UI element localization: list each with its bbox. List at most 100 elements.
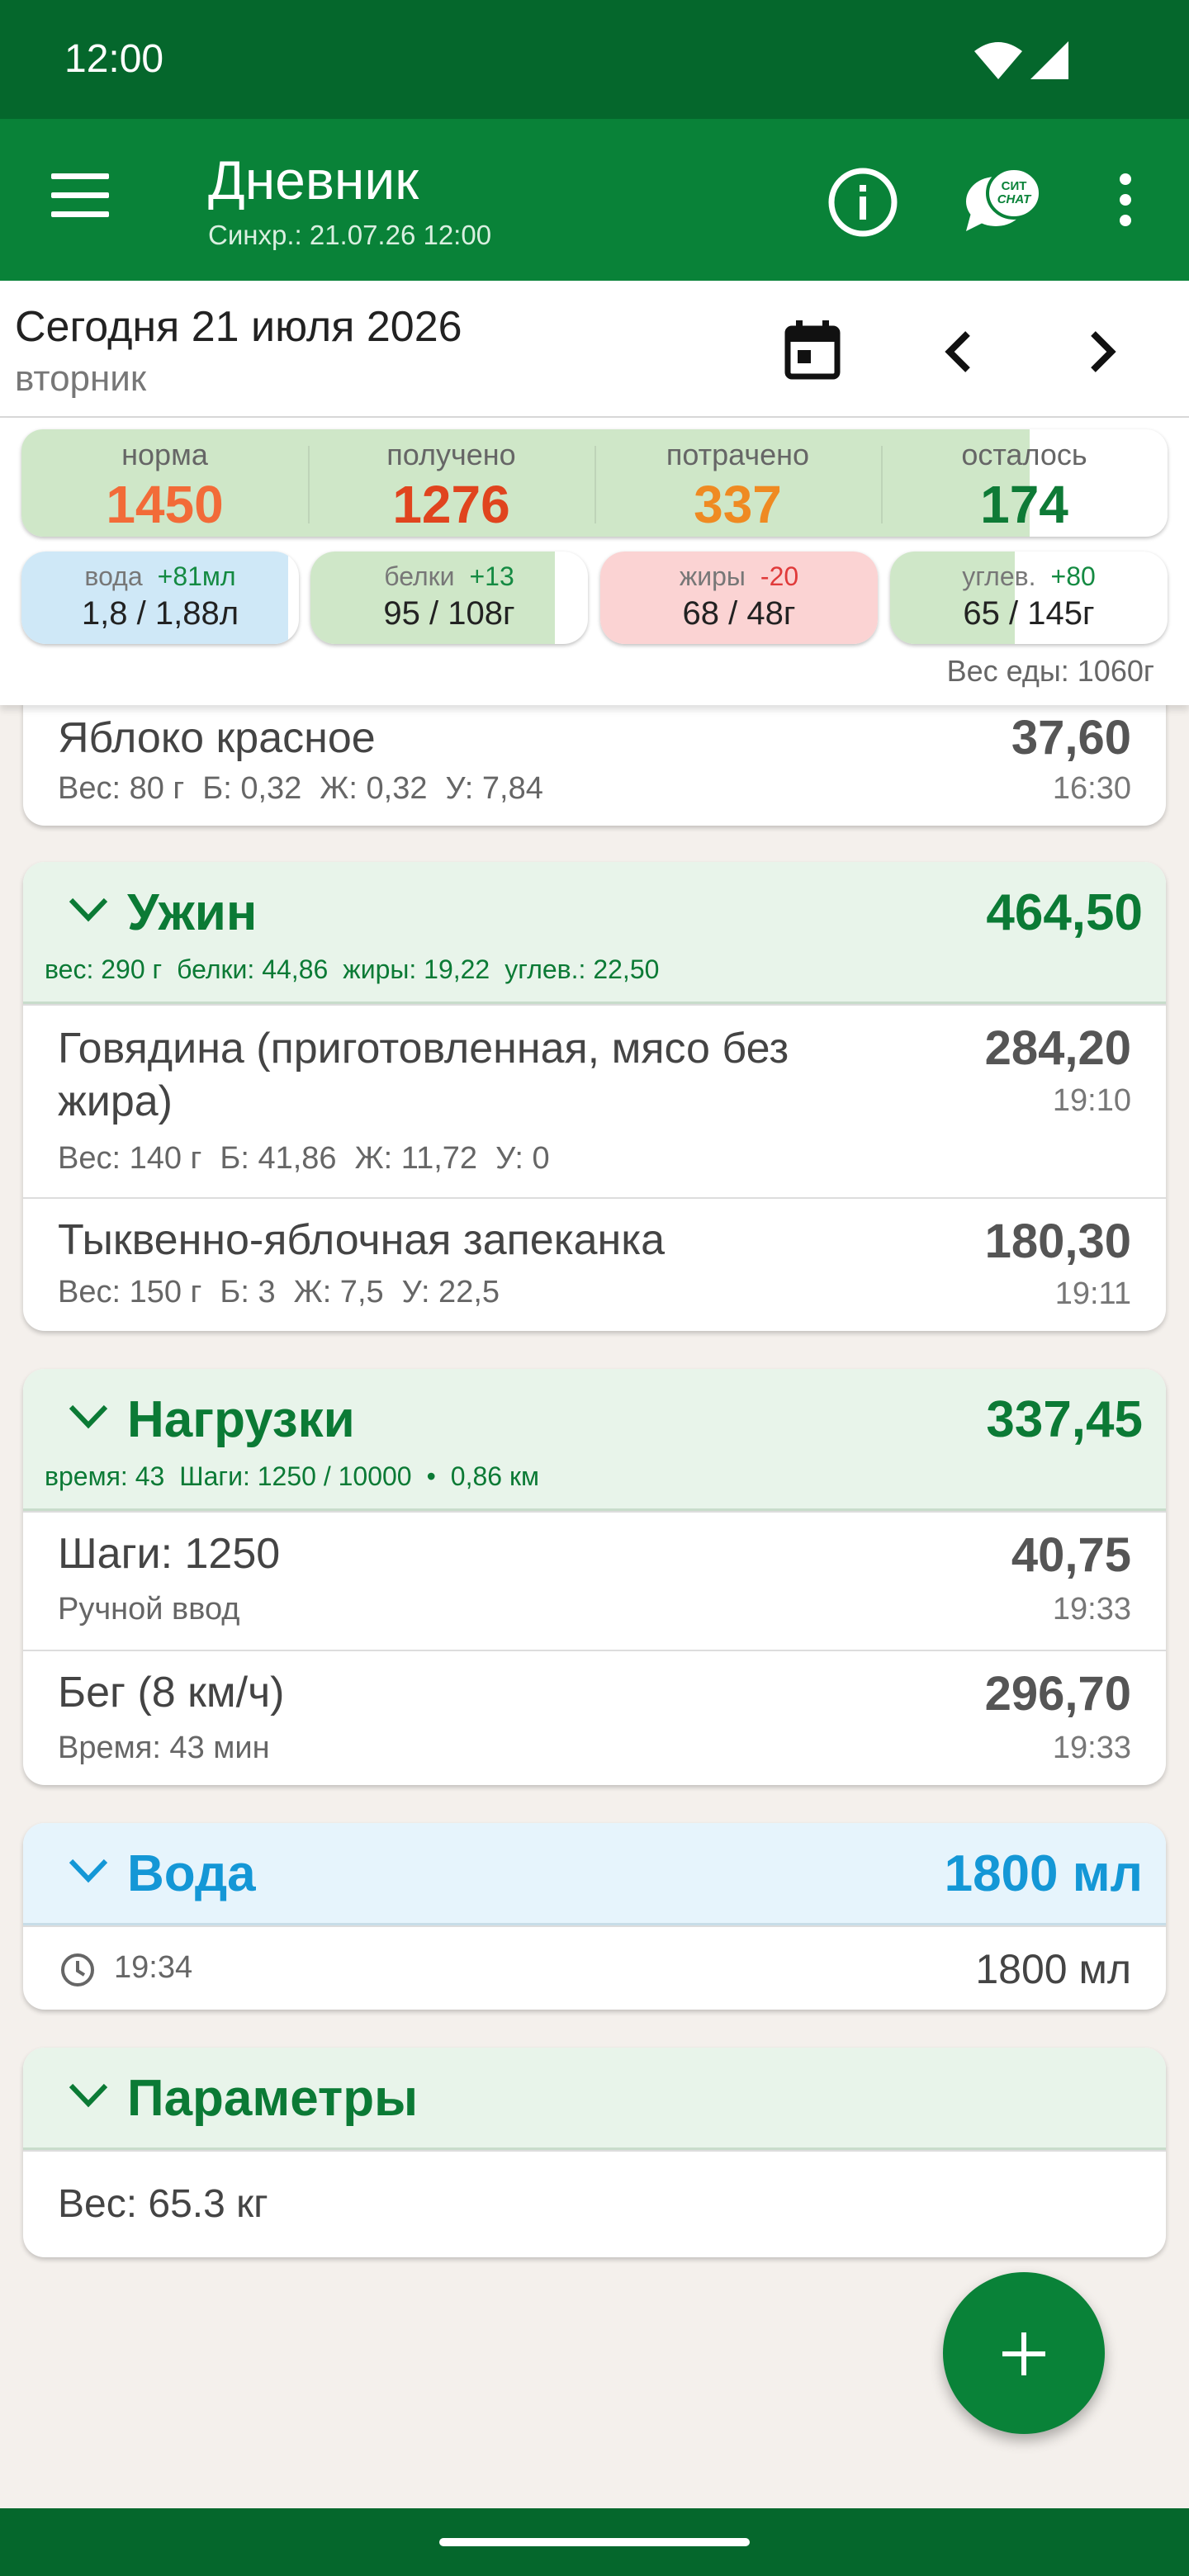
water-header[interactable]: Вода 1800 мл [23,1823,1166,1925]
activity-item-time: 19:33 [1052,1731,1131,1765]
activity-item-name: Шаги: 1250 [58,1530,281,1578]
total-norm-label: норма [121,438,208,471]
water-total: 1800 мл [944,1845,1143,1902]
chat-logo-bottom: CHAT [997,192,1032,206]
food-item-time: 16:30 [1052,771,1131,806]
total-spent-value: 337 [694,475,782,534]
food-item-details: Вес: 140 г Б: 41,86 Ж: 11,72 У: 0 [58,1141,550,1176]
menu-icon[interactable] [51,173,109,223]
activity-total: 337,45 [986,1391,1143,1448]
parameters-card: Параметры Вес: 65.3 кг [23,2048,1166,2257]
water-entry-time: 19:34 [114,1950,193,1985]
info-icon[interactable] [827,167,898,238]
date-header: Сегодня 21 июля 2026 вторник [0,281,1189,418]
clock-icon [61,1953,94,1986]
macro-carbs-delta: +80 [1050,561,1096,591]
parameters-header[interactable]: Параметры [23,2048,1166,2150]
sync-status: Синхр.: 21.07.26 12:00 [208,220,492,250]
macro-water-value: 1,8 / 1,88л [81,595,239,632]
chat-logo-top: СИТ [1002,179,1027,193]
chat-button[interactable]: СИТ CHAT [963,163,1042,234]
food-item[interactable]: Тыквенно-яблочная запеканка Вес: 150 г Б:… [23,1197,1166,1331]
page-title: Дневник [208,149,419,211]
macro-water-delta: +81мл [157,561,236,591]
activity-header[interactable]: Нагрузки 337,45 время: 43 Шаги: 1250 / 10… [23,1369,1166,1511]
dinner-title: Ужин [127,884,258,941]
total-remaining-label: осталось [961,438,1087,471]
dinner-card: Ужин 464,50 вес: 290 г белки: 44,86 жиры: … [23,862,1166,1331]
food-item-details: Вес: 150 г Б: 3 Ж: 7,5 У: 22,5 [58,1275,500,1309]
total-spent-label: потрачено [666,438,810,471]
previous-day-icon[interactable] [938,327,979,376]
parameter-entry[interactable]: Вес: 65.3 кг [23,2150,1166,2257]
activity-summary: время: 43 Шаги: 1250 / 10000 • 0,86 км [45,1461,539,1491]
macro-protein[interactable]: белки +13 95 / 108г [310,552,588,644]
macro-water-label: вода [84,561,143,591]
activity-item-time: 19:33 [1052,1592,1131,1627]
macro-fat-label: жиры [679,561,746,591]
dinner-header[interactable]: Ужин 464,50 вес: 290 г белки: 44,86 жиры: … [23,862,1166,1004]
status-bar: 12:00 [0,0,1189,119]
home-gesture-handle[interactable] [439,2538,750,2546]
total-norm: норма 1450 [21,429,308,537]
food-item[interactable]: Говядина (приготовленная, мясо без жира)… [23,1004,1166,1197]
water-title: Вода [127,1845,256,1902]
chevron-down-icon [69,897,108,922]
activity-item-detail: Время: 43 мин [58,1731,270,1765]
water-entry-amount: 1800 мл [975,1946,1131,1992]
more-options-icon[interactable] [1113,173,1138,231]
macro-fat[interactable]: жиры -20 68 / 48г [600,552,878,644]
dinner-total: 464,50 [986,884,1143,941]
status-icons [974,41,1068,79]
chevron-down-icon [69,1404,108,1429]
macro-carbs-label: углев. [962,561,1036,591]
next-day-icon[interactable] [1082,327,1123,376]
food-item-time: 19:10 [1052,1083,1131,1118]
daily-summary: норма 1450 получено 1276 потрачено 337 о… [0,418,1189,705]
macro-carbs-value: 65 / 145г [963,595,1095,632]
activity-item-kcal: 40,75 [1011,1528,1131,1582]
parameters-title: Параметры [127,2070,419,2127]
activity-title: Нагрузки [127,1391,355,1448]
current-date[interactable]: Сегодня 21 июля 2026 [15,302,462,352]
food-weight: Вес еды: 1060г [946,654,1154,688]
food-item-kcal: 284,20 [984,1021,1131,1075]
macro-fat-delta: -20 [760,561,799,591]
parameter-weight: Вес: 65.3 кг [58,2182,268,2226]
macro-protein-delta: +13 [469,561,514,591]
macro-protein-value: 95 / 108г [383,595,515,632]
calendar-icon[interactable] [784,320,841,380]
food-item-name: Яблоко красное [58,714,376,762]
macro-water[interactable]: вода +81мл 1,8 / 1,88л [21,552,299,644]
wifi-icon [974,42,1022,79]
calorie-totals: норма 1450 получено 1276 потрачено 337 о… [21,429,1168,537]
food-item-name: Говядина (приготовленная, мясо без жира) [58,1025,789,1125]
activity-item[interactable]: Бег (8 км/ч) Время: 43 мин 296,70 19:33 [23,1650,1166,1785]
macros-row: вода +81мл 1,8 / 1,88л белки +13 95 / 108г… [21,552,1168,644]
chevron-down-icon [69,2083,108,2108]
total-remaining-value: 174 [980,475,1068,534]
activity-item-kcal: 296,70 [984,1667,1131,1721]
macro-protein-label: белки [384,561,455,591]
chevron-down-icon [69,1859,108,1883]
activity-item-detail: Ручной ввод [58,1592,240,1627]
food-item-time: 19:11 [1054,1276,1131,1311]
macro-carbs[interactable]: углев. +80 65 / 145г [890,552,1168,644]
food-item-kcal: 180,30 [984,1215,1131,1268]
total-received: получено 1276 [308,429,594,537]
navigation-bar [0,2508,1189,2576]
water-entry[interactable]: 19:34 1800 мл [23,1925,1166,2010]
chat-icon: СИТ CHAT [966,167,1042,231]
weekday: вторник [15,358,147,399]
dinner-summary: вес: 290 г белки: 44,86 жиры: 19,22 углев.:… [45,954,660,984]
app-bar: Дневник Синхр.: 21.07.26 12:00 СИТ CHAT [0,119,1189,281]
total-received-value: 1276 [392,475,510,534]
food-item-details: Вес: 80 г Б: 0,32 Ж: 0,32 У: 7,84 [58,771,543,806]
add-entry-button[interactable] [943,2272,1105,2434]
activity-item[interactable]: Шаги: 1250 Ручной ввод 40,75 19:33 [23,1511,1166,1650]
food-item-kcal: 37,60 [1011,711,1131,765]
status-time: 12:00 [64,37,164,81]
total-norm-value: 1450 [106,475,224,534]
total-received-label: получено [386,438,516,471]
activity-item-name: Бег (8 км/ч) [58,1669,285,1717]
